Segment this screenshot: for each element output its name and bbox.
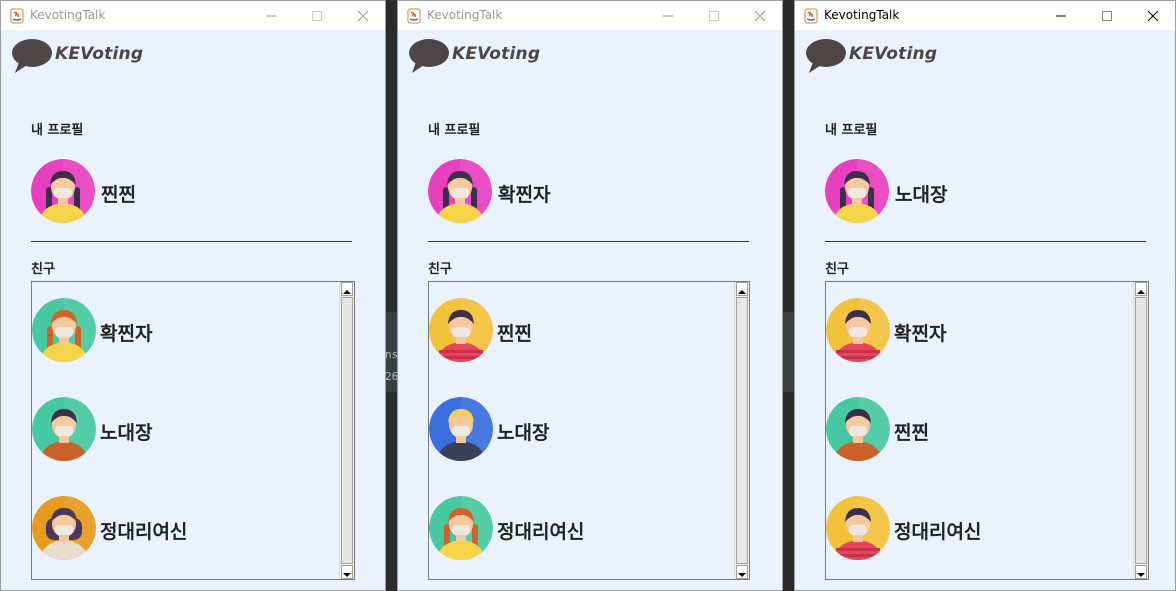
friend-name: 확찐자 [100, 323, 153, 345]
friend-item[interactable]: 확찐자 [32, 298, 322, 364]
woman-braids-green-bg-icon [32, 298, 96, 362]
friend-item[interactable]: 확찐자 [826, 298, 1116, 364]
maximize-button[interactable] [294, 1, 340, 30]
man-suit-green-bg-icon [826, 397, 890, 461]
close-button[interactable] [340, 1, 385, 30]
speech-bubble-icon [805, 38, 847, 78]
java-app-icon [804, 8, 818, 24]
logo-text: KEVoting [849, 44, 938, 64]
friends-label: 친구 [428, 262, 452, 277]
scrollbar[interactable] [734, 282, 749, 579]
maximize-button[interactable] [691, 1, 737, 30]
app-window: KevotingTalk KEVoting 내 프로필 확찐자친구 찐찐 노대장 [397, 0, 783, 591]
maximize-button[interactable] [1084, 1, 1130, 30]
speech-bubble-icon [11, 38, 53, 78]
friend-name: 노대장 [100, 422, 153, 444]
minimize-button[interactable] [645, 1, 691, 30]
title-bar[interactable]: KevotingTalk [398, 1, 782, 30]
my-profile-label: 내 프로필 [825, 123, 878, 138]
app-window: KevotingTalk KEVoting 내 프로필 찐찐친구 확찐자 노대장 [0, 0, 386, 591]
speech-bubble-icon [408, 38, 450, 78]
logo-text: KEVoting [55, 44, 144, 64]
window-title: KevotingTalk [824, 8, 900, 22]
man-striped-yellow-bg-icon [826, 298, 890, 362]
scroll-up-button[interactable] [1135, 282, 1147, 296]
friends-label: 친구 [825, 262, 849, 277]
friends-list[interactable]: 확찐자 노대장 정대리여신 [31, 281, 355, 580]
scrollbar-thumb[interactable] [736, 297, 748, 564]
scrollbar-thumb[interactable] [1135, 297, 1147, 564]
friend-item[interactable]: 정대리여신 [429, 496, 719, 562]
woman-braids-green-bg-icon [429, 496, 493, 560]
friend-name: 정대리여신 [497, 521, 585, 543]
minimize-button[interactable] [248, 1, 294, 30]
window-title: KevotingTalk [30, 8, 106, 22]
friend-item[interactable]: 정대리여신 [826, 496, 1116, 562]
my-name: 찐찐 [101, 184, 136, 206]
scroll-down-button[interactable] [341, 565, 353, 579]
my-name: 노대장 [895, 184, 948, 206]
my-name: 확찐자 [498, 184, 551, 206]
friend-item[interactable]: 노대장 [429, 397, 719, 463]
close-button[interactable] [1130, 1, 1175, 30]
scrollbar[interactable] [339, 282, 354, 579]
friends-list[interactable]: 찐찐 노대장 정대리여신 [428, 281, 750, 580]
my-avatar [825, 159, 889, 223]
man-suit-green-bg-icon [32, 397, 96, 461]
divider [31, 241, 352, 242]
friend-name: 정대리여신 [100, 521, 188, 543]
scrollbar[interactable] [1133, 282, 1148, 579]
window-title: KevotingTalk [427, 8, 503, 22]
my-profile-label: 내 프로필 [31, 123, 84, 138]
minimize-button[interactable] [1038, 1, 1084, 30]
friend-item[interactable]: 노대장 [32, 397, 322, 463]
friend-item[interactable]: 찐찐 [826, 397, 1116, 463]
scroll-up-button[interactable] [341, 282, 353, 296]
java-app-icon [10, 8, 24, 24]
java-app-icon [407, 8, 421, 24]
scroll-down-button[interactable] [736, 565, 748, 579]
friend-name: 찐찐 [894, 422, 929, 444]
friend-name: 찐찐 [497, 323, 532, 345]
man-striped-yellow-bg-icon [429, 298, 493, 362]
scroll-down-button[interactable] [1135, 565, 1147, 579]
divider [825, 241, 1146, 242]
friend-name: 노대장 [497, 422, 550, 444]
friend-item[interactable]: 찐찐 [429, 298, 719, 364]
my-avatar [428, 159, 492, 223]
close-button[interactable] [737, 1, 782, 30]
background-editor-strip [782, 312, 794, 392]
my-profile-label: 내 프로필 [428, 123, 481, 138]
title-bar[interactable]: KevotingTalk [1, 1, 385, 30]
logo-text: KEVoting [452, 44, 541, 64]
my-avatar [31, 159, 95, 223]
title-bar[interactable]: KevotingTalk [795, 1, 1175, 30]
man-blonde-blue-bg-icon [429, 397, 493, 461]
divider [428, 241, 749, 242]
scrollbar-thumb[interactable] [341, 297, 353, 564]
friends-list[interactable]: 확찐자 찐찐 정대리여신 [825, 281, 1149, 580]
man-striped-yellow-bg-icon [826, 496, 890, 560]
friend-name: 확찐자 [894, 323, 947, 345]
scroll-up-button[interactable] [736, 282, 748, 296]
app-window: KevotingTalk KEVoting 내 프로필 노대장친구 확찐자 찐찐 [794, 0, 1176, 591]
friend-name: 정대리여신 [894, 521, 982, 543]
friend-item[interactable]: 정대리여신 [32, 496, 322, 562]
friends-label: 친구 [31, 262, 55, 277]
woman-bob-orange-bg-icon [32, 496, 96, 560]
